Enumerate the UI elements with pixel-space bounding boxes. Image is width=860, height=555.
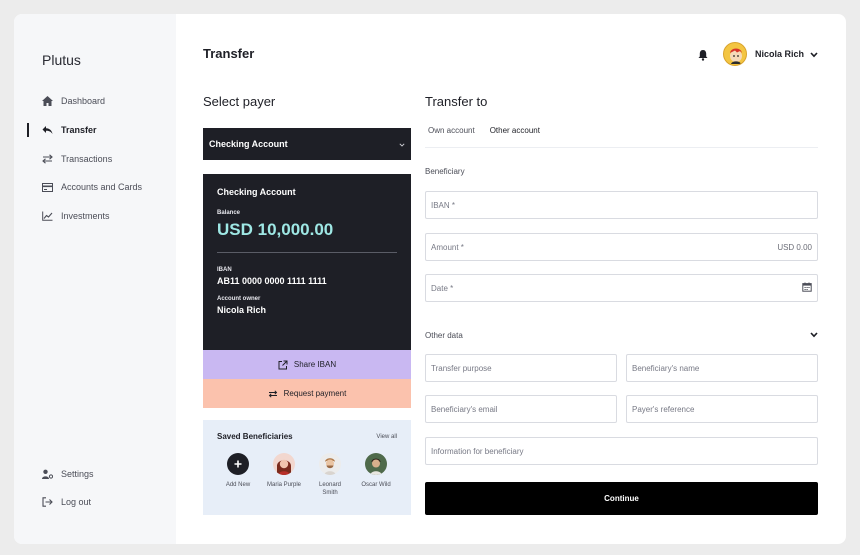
saved-beneficiaries-panel: Saved Beneficiaries View all Add New Mar… bbox=[203, 420, 411, 515]
beneficiary-section-label: Beneficiary bbox=[425, 167, 465, 176]
avatar[interactable] bbox=[722, 42, 747, 66]
beneficiary-email-input[interactable]: Beneficiary's email bbox=[425, 395, 617, 423]
card-divider bbox=[217, 252, 397, 253]
beneficiary-name-input[interactable]: Beneficiary's name bbox=[626, 354, 818, 382]
view-all-link[interactable]: View all bbox=[376, 434, 397, 440]
beneficiary-name: Add New bbox=[225, 482, 251, 488]
transfer-target-tabs: Own account Other account bbox=[425, 126, 818, 148]
user-name[interactable]: Nicola Rich bbox=[755, 49, 804, 59]
beneficiary-item[interactable]: Oscar Wild bbox=[361, 453, 391, 497]
iban-placeholder: IBAN * bbox=[431, 200, 456, 210]
beneficiary-name: Leonard Smith bbox=[318, 482, 342, 496]
chevron-down-icon[interactable] bbox=[810, 45, 818, 63]
avatar bbox=[273, 453, 295, 475]
tab-own-account[interactable]: Own account bbox=[428, 126, 475, 147]
page-title: Transfer bbox=[203, 46, 255, 61]
saved-beneficiaries-title: Saved Beneficiaries bbox=[217, 432, 293, 441]
beneficiary-name-placeholder: Beneficiary's name bbox=[632, 363, 700, 373]
sidebar-item-label: Log out bbox=[61, 497, 92, 507]
sidebar-item-label: Dashboard bbox=[61, 96, 106, 106]
select-payer-heading: Select payer bbox=[203, 94, 276, 109]
exchange-icon bbox=[268, 389, 278, 399]
avatar bbox=[319, 453, 341, 475]
line-chart-icon bbox=[41, 210, 53, 222]
app-window: Plutus Dashboard Transfer Transactions A… bbox=[14, 14, 846, 544]
add-new-beneficiary-button[interactable]: Add New bbox=[223, 453, 253, 497]
transfer-to-heading: Transfer to bbox=[425, 94, 488, 109]
sidebar-item-label: Transactions bbox=[61, 154, 113, 164]
main-content: Transfer Nicola Rich Select payer Checki… bbox=[176, 14, 846, 544]
sidebar-item-logout[interactable]: Log out bbox=[41, 494, 91, 510]
beneficiary-name: Maria Purple bbox=[267, 482, 302, 488]
card-iban: AB11 0000 0000 1111 1111 bbox=[217, 276, 327, 286]
topbar-user: Nicola Rich bbox=[697, 42, 818, 66]
payer-account-select-value: Checking Account bbox=[209, 139, 288, 149]
external-link-icon bbox=[278, 360, 288, 370]
card-balance-label: Balance bbox=[217, 210, 241, 216]
card-iban-label: IBAN bbox=[217, 267, 232, 273]
bell-icon[interactable] bbox=[697, 48, 709, 61]
transfer-purpose-input[interactable]: Transfer purpose bbox=[425, 354, 617, 382]
credit-card-icon bbox=[41, 181, 53, 193]
card-account-name: Checking Account bbox=[217, 187, 296, 197]
sidebar-item-transactions[interactable]: Transactions bbox=[41, 151, 112, 167]
beneficiary-list: Add New Maria Purple Leonard Smith Oscar… bbox=[217, 453, 397, 497]
swap-arrows-icon bbox=[41, 153, 53, 165]
card-balance: USD 10,000.00 bbox=[217, 220, 334, 239]
tab-other-account[interactable]: Other account bbox=[490, 126, 540, 147]
beneficiary-email-placeholder: Beneficiary's email bbox=[431, 404, 498, 414]
avatar bbox=[365, 453, 387, 475]
payer-reference-input[interactable]: Payer's reference bbox=[626, 395, 818, 423]
sidebar-item-dashboard[interactable]: Dashboard bbox=[41, 93, 105, 109]
active-indicator bbox=[27, 123, 29, 137]
beneficiary-info-input[interactable]: Information for beneficiary bbox=[425, 437, 818, 465]
payer-reference-placeholder: Payer's reference bbox=[632, 404, 695, 414]
reply-arrow-icon bbox=[41, 124, 53, 136]
sidebar: Plutus Dashboard Transfer Transactions A… bbox=[14, 14, 176, 544]
other-data-toggle[interactable]: Other data bbox=[425, 326, 818, 344]
beneficiary-info-placeholder: Information for beneficiary bbox=[431, 446, 524, 456]
sidebar-item-label: Investments bbox=[61, 211, 110, 221]
sidebar-item-transfer[interactable]: Transfer bbox=[27, 122, 97, 138]
payer-account-select[interactable]: Checking Account bbox=[203, 128, 411, 160]
beneficiary-item[interactable]: Maria Purple bbox=[267, 453, 302, 497]
continue-button[interactable]: Continue bbox=[425, 482, 818, 515]
date-input[interactable]: Date * bbox=[425, 274, 818, 302]
share-iban-button[interactable]: Share IBAN bbox=[203, 350, 411, 379]
brand-logo: Plutus bbox=[42, 52, 81, 68]
plus-icon bbox=[227, 453, 249, 475]
user-settings-icon bbox=[41, 468, 53, 480]
date-placeholder: Date * bbox=[431, 283, 454, 293]
logout-icon bbox=[41, 496, 53, 508]
home-icon bbox=[41, 95, 53, 107]
share-iban-label: Share IBAN bbox=[293, 360, 337, 369]
card-owner-label: Account owner bbox=[217, 296, 261, 302]
sidebar-item-label: Accounts and Cards bbox=[61, 182, 143, 192]
amount-placeholder: Amount * bbox=[431, 242, 464, 252]
transfer-purpose-placeholder: Transfer purpose bbox=[431, 363, 492, 373]
calendar-icon[interactable] bbox=[802, 282, 812, 294]
request-payment-button[interactable]: Request payment bbox=[203, 379, 411, 408]
sidebar-item-accounts-and-cards[interactable]: Accounts and Cards bbox=[41, 179, 142, 195]
account-card: Checking Account Balance USD 10,000.00 I… bbox=[203, 174, 411, 350]
sidebar-item-settings[interactable]: Settings bbox=[41, 466, 94, 482]
sidebar-item-investments[interactable]: Investments bbox=[41, 208, 110, 224]
other-data-label: Other data bbox=[425, 330, 463, 340]
sidebar-item-label: Transfer bbox=[61, 125, 97, 135]
beneficiary-name: Oscar Wild bbox=[361, 482, 391, 488]
sidebar-item-label: Settings bbox=[61, 469, 94, 479]
amount-input[interactable]: Amount * USD 0.00 bbox=[425, 233, 818, 261]
beneficiary-item[interactable]: Leonard Smith bbox=[315, 453, 345, 497]
chevron-down-icon bbox=[810, 331, 818, 340]
iban-input[interactable]: IBAN * bbox=[425, 191, 818, 219]
card-owner: Nicola Rich bbox=[217, 305, 267, 315]
amount-currency-value: USD 0.00 bbox=[777, 242, 812, 252]
request-payment-label: Request payment bbox=[283, 389, 347, 398]
chevron-down-icon bbox=[399, 139, 405, 149]
